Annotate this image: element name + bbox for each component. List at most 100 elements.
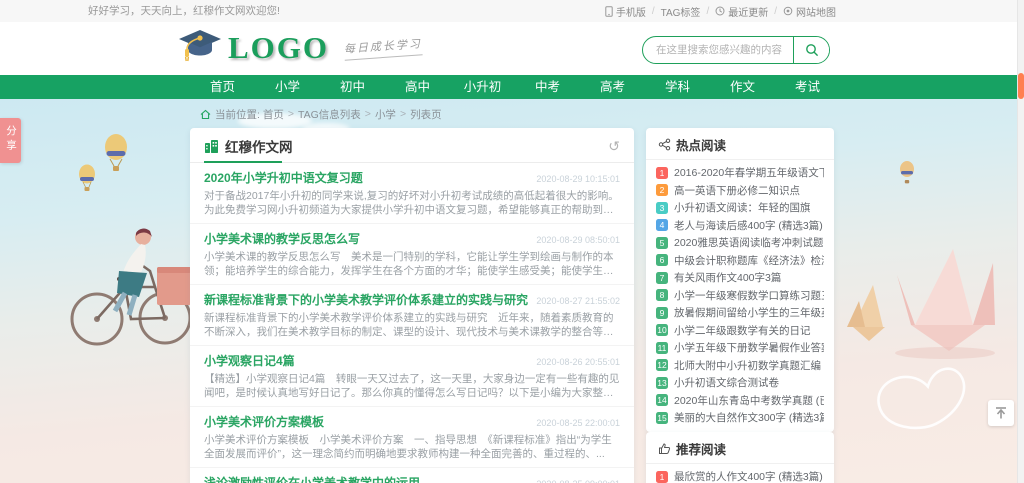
rank-badge: 7 [656, 272, 668, 284]
topbar-link-recent[interactable]: 最近更新 [715, 4, 768, 19]
nav-item-primary-school[interactable]: 小学 [255, 75, 320, 99]
graduation-cap-icon [178, 28, 222, 68]
topbar-link-mobile[interactable]: 手机版 [605, 4, 646, 19]
search-box [642, 36, 830, 64]
breadcrumb: 当前位置: 首页 > TAG信息列表 > 小学 > 列表页 [200, 106, 442, 122]
hot-item-text: 中级会计职称题库《经济法》检测题 [674, 253, 824, 268]
nav-item-subject[interactable]: 学科 [645, 75, 710, 99]
hot-item[interactable]: 10 小学二年级跟数学有关的日记 [656, 322, 824, 340]
home-icon [200, 109, 211, 120]
pin-icon [783, 6, 793, 16]
breadcrumb-item-list-page[interactable]: 列表页 [410, 107, 442, 122]
article-item: 小学美术评价方案模板 2020-08-25 22:00:01 小学美术评价方案模… [190, 407, 634, 468]
hot-item-text: 小学五年级下册数学暑假作业答案【20-61 [674, 340, 824, 355]
thumbs-up-icon [658, 442, 671, 455]
scrollbar-thumb[interactable] [1018, 73, 1024, 99]
article-date: 2020-08-29 10:15:01 [536, 174, 620, 184]
logo-text: LOGO [228, 30, 329, 66]
hot-reads-card: 热点阅读 12016-2020年春学期五年级语文下期末模拟 2高一英语下册必修二… [646, 128, 834, 432]
rank-badge: 14 [656, 394, 668, 406]
hot-item-text: 有关风雨作文400字3篇 [674, 270, 781, 285]
clock-icon [715, 6, 725, 16]
hot-item[interactable]: 52020雅思英语阅读临考冲刺试题附答案 [656, 234, 824, 252]
welcome-text: 好好学习，天天向上，红穆作文网欢迎您! [88, 0, 280, 22]
hot-item[interactable]: 2高一英语下册必修二知识点 [656, 182, 824, 200]
recommend-list: 1最欣赏的人作文400字 (精选3篇) 2关于感恩的中考满分作文600字 [646, 464, 834, 483]
hot-item[interactable]: 12016-2020年春学期五年级语文下期末模拟 [656, 164, 824, 182]
hot-item[interactable]: 7 有关风雨作文400字3篇 [656, 269, 824, 287]
hot-item[interactable]: 13小升初语文综合测试卷 [656, 374, 824, 392]
article-title-link[interactable]: 小学美术课的教学反思怎么写 [204, 230, 528, 247]
article-item: 小学美术课的教学反思怎么写 2020-08-29 08:50:01 小学美术课的… [190, 224, 634, 285]
balloon-small-illustration [898, 161, 916, 185]
article-title-link[interactable]: 小学观察日记4篇 [204, 352, 528, 369]
rank-badge: 13 [656, 377, 668, 389]
back-to-top-button[interactable] [988, 400, 1014, 426]
hot-item[interactable]: 9放暑假期间留给小学生的三年级英语作文范文 [656, 304, 824, 322]
hot-item-text: 小升初语文阅读：年轻的国旗 [674, 200, 811, 215]
nav-item-senior-high[interactable]: 高中 [385, 75, 450, 99]
hot-item[interactable]: 14 2020年山东青岛中考数学真题 (已公布) [656, 392, 824, 410]
hot-reads-title: 热点阅读 [676, 135, 726, 154]
topbar-separator: / [774, 6, 777, 17]
refresh-icon[interactable]: ↺ [608, 139, 620, 153]
hot-item-text: 2020雅思英语阅读临考冲刺试题附答案 [674, 235, 824, 250]
article-date: 2020-08-27 21:55:02 [536, 296, 620, 306]
nav-item-zhongkao[interactable]: 中考 [515, 75, 580, 99]
back-to-top-icon [994, 406, 1008, 420]
topbar: 好好学习，天天向上，红穆作文网欢迎您! 手机版 / TAG标签 / 最近更新 /… [0, 0, 1024, 23]
hot-item[interactable]: 3小升初语文阅读：年轻的国旗 [656, 199, 824, 217]
nav-item-gaokao[interactable]: 高考 [580, 75, 645, 99]
topbar-link-label: 网站地图 [796, 4, 836, 19]
hot-reads-header: 热点阅读 [646, 128, 834, 160]
breadcrumb-separator: > [400, 108, 406, 120]
nav-item-exam[interactable]: 考试 [775, 75, 840, 99]
hot-reads-list: 12016-2020年春学期五年级语文下期末模拟 2高一英语下册必修二知识点 3… [646, 160, 834, 432]
recommend-title: 推荐阅读 [676, 439, 726, 458]
main-nav: 首页 小学 初中 高中 小升初 中考 高考 学科 作文 考试 [0, 75, 1024, 99]
topbar-link-sitemap[interactable]: 网站地图 [783, 4, 836, 19]
page-background: 当前位置: 首页 > TAG信息列表 > 小学 > 列表页 分享 红穆作文网 ↺… [0, 99, 1024, 483]
hot-item-text: 小学二年级跟数学有关的日记 [674, 323, 811, 338]
scrollbar[interactable] [1017, 0, 1024, 483]
article-excerpt: 小学美术评价方案模板 小学美术评价方案 一、指导思想 《新课程标准》指出“为学生… [204, 433, 620, 461]
site-logo[interactable]: LOGO [178, 28, 329, 68]
section-title: 红穆作文网 [225, 136, 293, 156]
article-date: 2020-08-26 20:55:01 [536, 357, 620, 367]
nav-item-junior-high[interactable]: 初中 [320, 75, 385, 99]
search-button[interactable] [793, 37, 829, 63]
recommend-item[interactable]: 1最欣赏的人作文400字 (精选3篇) [656, 468, 824, 483]
breadcrumb-item-home[interactable]: 首页 [263, 107, 284, 122]
rank-badge: 8 [656, 289, 668, 301]
rank-badge: 4 [656, 219, 668, 231]
article-date: 2020-08-25 09:00:01 [536, 479, 620, 483]
search-input[interactable] [643, 37, 793, 63]
article-title-link[interactable]: 2020年小学升初中语文复习题 [204, 169, 528, 186]
article-title-link[interactable]: 浅论激励性评价在小学美术教学中的运用 [204, 474, 528, 483]
nav-item-home[interactable]: 首页 [190, 75, 255, 99]
breadcrumb-item-tag-list[interactable]: TAG信息列表 [298, 107, 361, 122]
recommend-item-text: 最欣赏的人作文400字 (精选3篇) [674, 469, 823, 483]
hot-item[interactable]: 11小学五年级下册数学暑假作业答案【20-61 [656, 339, 824, 357]
hot-item[interactable]: 4老人与海读后感400字 (精选3篇) [656, 217, 824, 235]
rank-badge: 10 [656, 324, 668, 336]
hot-item[interactable]: 6中级会计职称题库《经济法》检测题 [656, 252, 824, 270]
rank-badge: 2 [656, 184, 668, 196]
hot-item[interactable]: 12北师大附中小升初数学真题汇编 [656, 357, 824, 375]
phone-icon [605, 6, 613, 17]
article-item: 浅论激励性评价在小学美术教学中的运用 2020-08-25 09:00:01 浅… [190, 468, 634, 483]
hot-item[interactable]: 8 小学一年级寒假数学口算练习题三篇 [656, 287, 824, 305]
article-title-link[interactable]: 新课程标准背景下的小学美术教学评价体系建立的实践与研究 [204, 291, 528, 308]
article-excerpt: 小学美术课的教学反思怎么写 美术是一门特别的学科，它能让学生学到绘画与制作的本领… [204, 250, 620, 278]
hot-item-text: 小学一年级寒假数学口算练习题三篇 [674, 288, 824, 303]
topbar-link-tags[interactable]: TAG标签 [661, 4, 701, 19]
nav-item-composition[interactable]: 作文 [710, 75, 775, 99]
hot-item[interactable]: 15美丽的大自然作文300字 (精选3篇) [656, 409, 824, 427]
article-title-link[interactable]: 小学美术评价方案模板 [204, 413, 528, 430]
breadcrumb-item-xiaoxue[interactable]: 小学 [375, 107, 396, 122]
nav-item-xiaoshengchu[interactable]: 小升初 [450, 75, 515, 99]
article-excerpt: 对于备战2017年小升初的同学来说,复习的好坏对小升初考试成绩的高低起着很大的影… [204, 189, 620, 217]
share-button[interactable]: 分享 [0, 118, 21, 163]
article-item: 新课程标准背景下的小学美术教学评价体系建立的实践与研究 2020-08-27 2… [190, 285, 634, 346]
hot-item-text: 2020年山东青岛中考数学真题 (已公布) [674, 393, 824, 408]
